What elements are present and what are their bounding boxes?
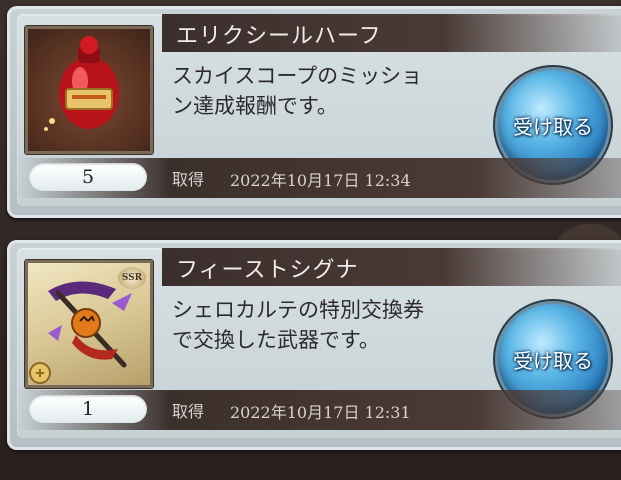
gift-item-card: エリクシールハーフ スカイスコープのミッショ ン達成報酬です。 受け取る 5 取… (7, 6, 621, 218)
acquired-datetime: 2022年10月17日 12:34 (230, 171, 411, 190)
item-title-bar: フィーストシグナ (162, 248, 621, 286)
red-potion-icon (44, 36, 119, 131)
item-name: エリクシールハーフ (176, 24, 382, 49)
item-thumbnail[interactable] (25, 26, 153, 154)
description-line: で交換した武器です。 (172, 328, 380, 352)
gift-item-card: SSR フィーストシグナ シェロカルテの特別交換券 で交換した武器です。 受け取… (7, 240, 621, 450)
acquired-datetime: 2022年10月17日 12:31 (230, 403, 411, 422)
item-description: スカイスコープのミッショ ン達成報酬です。 (172, 61, 492, 121)
claim-button-label: 受け取る (513, 114, 593, 139)
acquired-label: 取得 (172, 170, 205, 189)
item-description: シェロカルテの特別交換券 で交換した武器です。 (172, 295, 492, 355)
claim-button-label: 受け取る (513, 348, 593, 373)
item-name: フィーストシグナ (176, 258, 359, 283)
rarity-badge: SSR (118, 267, 146, 289)
description-line: ン達成報酬です。 (172, 94, 338, 118)
description-line: シェロカルテの特別交換券 (172, 298, 424, 322)
item-title-bar: エリクシールハーフ (162, 14, 621, 52)
quantity-badge: 1 (29, 395, 147, 423)
description-line: スカイスコープのミッショ (172, 64, 423, 88)
quantity-badge: 5 (29, 163, 147, 191)
item-footer: 1 取得 2022年10月17日 12:31 (17, 390, 621, 430)
acquired-label: 取得 (172, 402, 205, 421)
item-thumbnail[interactable]: SSR (25, 260, 153, 388)
item-footer: 5 取得 2022年10月17日 12:34 (17, 158, 621, 198)
